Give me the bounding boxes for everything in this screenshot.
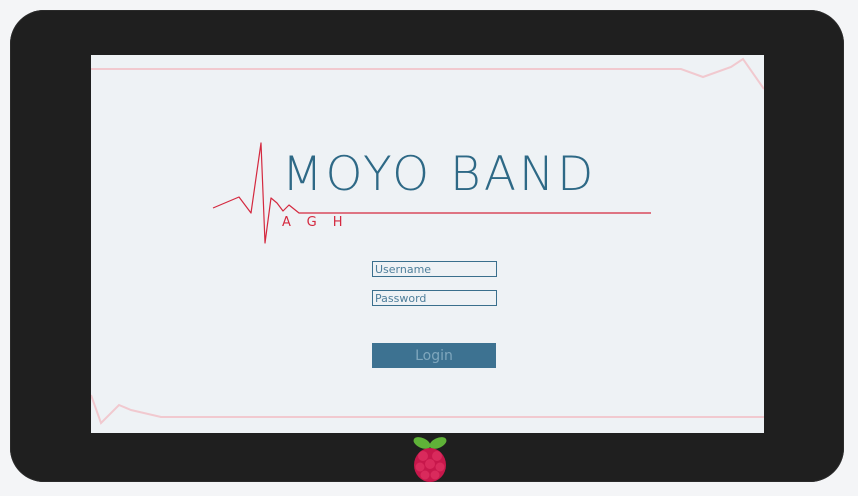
login-button[interactable]: Login — [372, 343, 496, 368]
username-input[interactable] — [372, 261, 497, 277]
password-input[interactable] — [372, 290, 497, 306]
raspberry-pi-icon — [413, 437, 447, 482]
app-screen: MOYO BAND AGH Login — [91, 55, 764, 433]
brand-subtitle: AGH — [282, 215, 359, 230]
brand-title: MOYO BAND — [282, 147, 597, 202]
heartbeat-logo-icon — [212, 142, 651, 244]
